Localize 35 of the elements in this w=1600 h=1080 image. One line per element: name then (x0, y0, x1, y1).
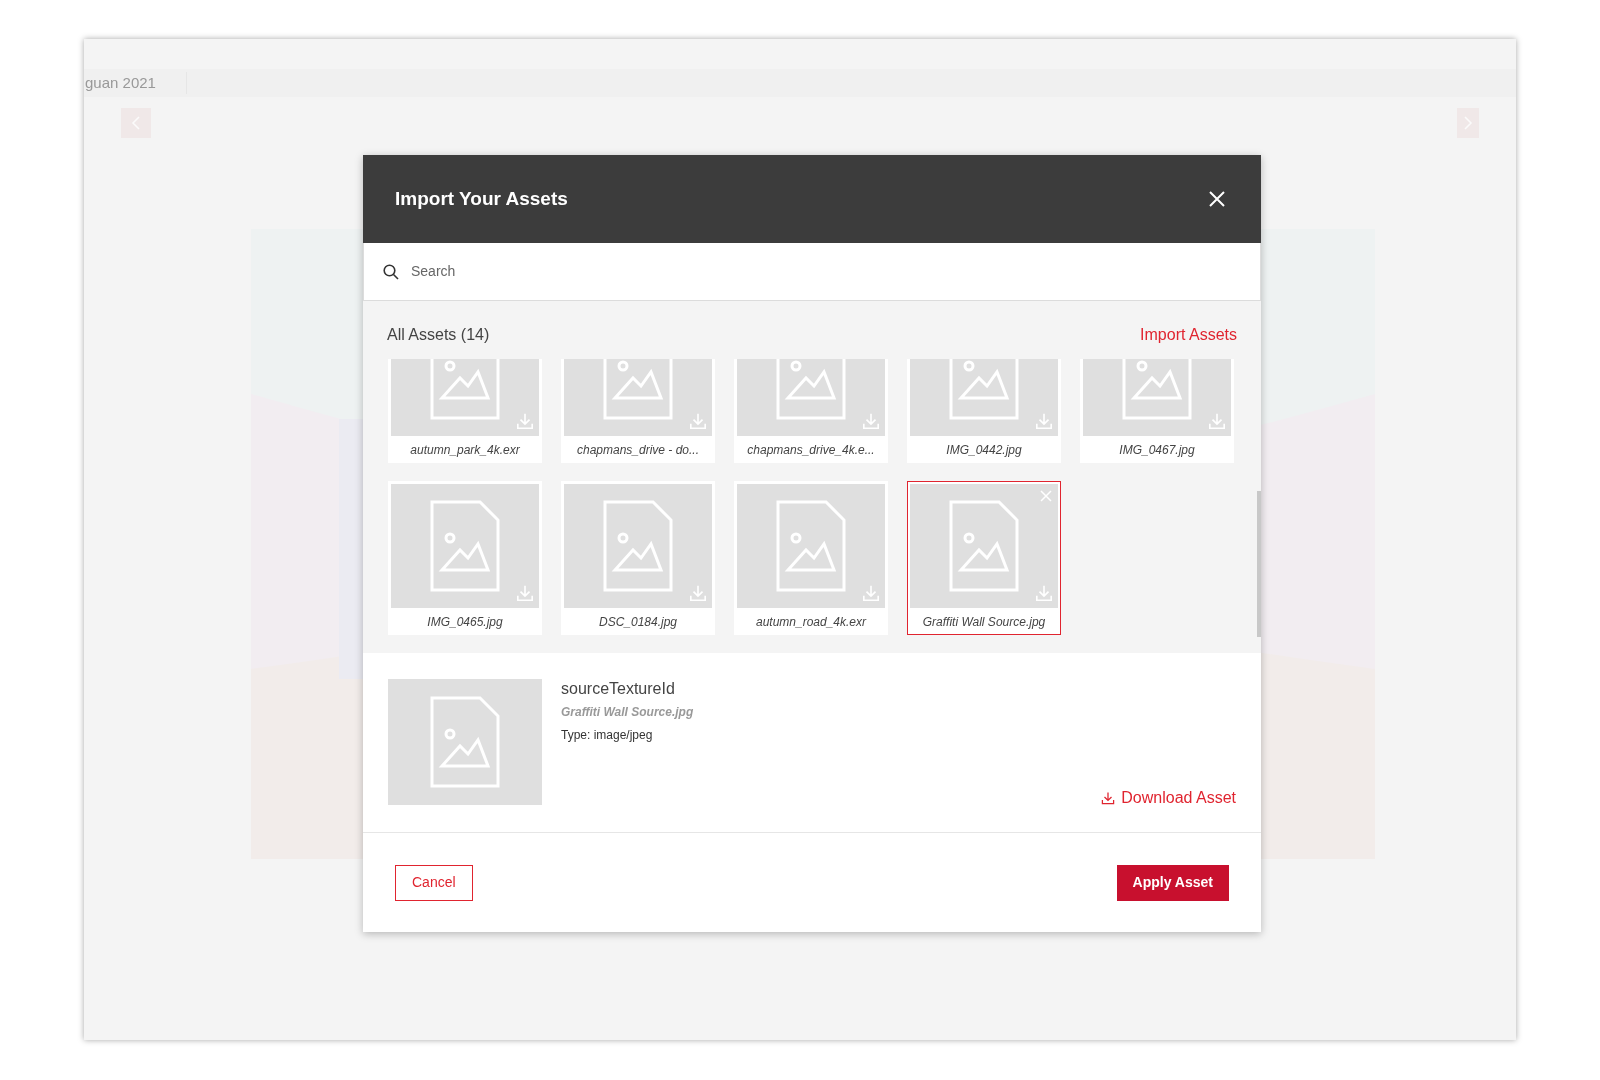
field-name: sourceTextureId (561, 679, 676, 699)
image-file-icon (603, 500, 673, 592)
asset-name: Graffiti Wall Source.jpg (921, 614, 1047, 631)
apply-asset-button[interactable]: Apply Asset (1116, 864, 1229, 901)
asset-name: IMG_0467.jpg (1118, 442, 1196, 459)
asset-name: IMG_0442.jpg (945, 442, 1023, 459)
file-type: Type: image/jpeg (561, 727, 654, 744)
image-file-icon (430, 696, 500, 788)
asset-card[interactable]: autumn_park_4k.exr (388, 359, 542, 463)
image-file-icon (949, 500, 1019, 592)
asset-name: autumn_park_4k.exr (409, 442, 521, 459)
asset-name: IMG_0465.jpg (426, 614, 504, 631)
asset-card[interactable]: IMG_0465.jpg (388, 481, 542, 635)
section-title: All Assets (14) (387, 325, 490, 345)
file-name: Graffiti Wall Source.jpg (561, 704, 695, 721)
asset-card[interactable]: autumn_road_4k.exr (734, 481, 888, 635)
asset-name: DSC_0184.jpg (597, 614, 679, 631)
image-file-icon (430, 500, 500, 592)
asset-name: chapmans_drive - do... (575, 442, 701, 459)
close-icon[interactable] (1209, 191, 1225, 207)
import-assets-link[interactable]: Import Assets (1140, 323, 1237, 347)
search-icon (383, 263, 399, 280)
dialog-title: Import Your Assets (395, 186, 568, 211)
asset-card[interactable]: IMG_0467.jpg (1080, 359, 1234, 463)
asset-card[interactable]: chapmans_drive_4k.e... (734, 359, 888, 463)
asset-card[interactable]: DSC_0184.jpg (561, 481, 715, 635)
asset-card[interactable]: IMG_0442.jpg (907, 359, 1061, 463)
search-field[interactable]: Search (411, 261, 1241, 282)
image-file-icon (776, 500, 846, 592)
download-asset-link[interactable]: Download Asset (1101, 786, 1236, 810)
download-icon[interactable] (1101, 791, 1116, 805)
asset-card[interactable]: chapmans_drive - do... (561, 359, 715, 463)
asset-name: chapmans_drive_4k.e... (746, 442, 876, 459)
cancel-button[interactable]: Cancel (395, 864, 473, 901)
asset-name: autumn_road_4k.exr (754, 614, 868, 631)
